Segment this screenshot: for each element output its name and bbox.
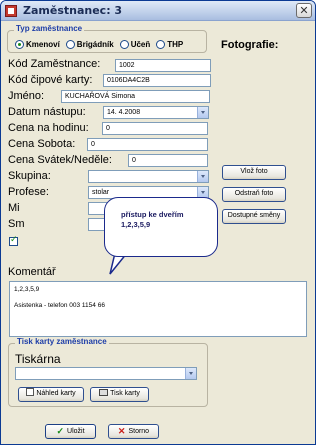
tooltip-line-1: přístup ke dveřím bbox=[121, 210, 184, 219]
print-card-legend: Tisk karty zaměstnance bbox=[15, 337, 109, 346]
cena-sobota-field[interactable]: 0 bbox=[87, 138, 208, 151]
cena-svatek-label: Cena Svátek/Neděle: bbox=[8, 154, 112, 166]
profese-label: Profese: bbox=[8, 186, 49, 198]
cena-svatek-field[interactable]: 0 bbox=[128, 154, 208, 167]
printer-icon bbox=[99, 389, 109, 396]
mi-label: Mi bbox=[8, 202, 20, 214]
print-card-button[interactable]: Tisk karty bbox=[90, 387, 149, 402]
radio-thp[interactable]: THP bbox=[156, 40, 183, 49]
radio-kmenovi-label: Kmenoví bbox=[26, 40, 60, 49]
photo-label: Fotografie: bbox=[221, 39, 279, 51]
preview-card-label: Náhled karty bbox=[36, 390, 76, 397]
cena-na-hodinu-label: Cena na hodinu: bbox=[8, 122, 89, 134]
radio-kmenovi[interactable]: Kmenoví bbox=[15, 40, 60, 49]
cancel-x-icon: ✕ bbox=[117, 426, 126, 436]
kod-cipove-karty-field[interactable]: 0106DA4C2B bbox=[103, 74, 211, 87]
skupina-dropdown-icon[interactable] bbox=[197, 171, 208, 182]
radio-ucen-label: Učeň bbox=[130, 40, 151, 49]
preview-card-button[interactable]: Náhled karty bbox=[18, 387, 84, 402]
printer-label: Tiskárna bbox=[15, 352, 61, 366]
close-button[interactable]: ✕ bbox=[296, 3, 312, 18]
save-button-label: Uložit bbox=[67, 428, 85, 435]
tooltip-balloon: přístup ke dveřím 1,2,3,5,9 bbox=[104, 197, 218, 257]
comment-line-2: Asistenka - telefon 003 1154 66 bbox=[14, 302, 105, 309]
radio-brigadnik[interactable]: Brigádník bbox=[65, 40, 114, 49]
print-card-label: Tisk karty bbox=[110, 390, 140, 397]
insert-photo-button[interactable]: Vlož foto bbox=[222, 165, 286, 180]
radio-thp-dot[interactable] bbox=[156, 40, 166, 49]
save-button[interactable]: ✓ Uložit bbox=[45, 424, 96, 439]
printer-select[interactable] bbox=[15, 367, 197, 380]
radio-thp-label: THP bbox=[167, 40, 184, 49]
preview-card-icon bbox=[26, 388, 35, 396]
window-title: Zaměstnanec: 3 bbox=[23, 4, 123, 17]
datum-nastupu-dropdown-icon[interactable] bbox=[197, 107, 208, 118]
employee-type-legend: Typ zaměstnance bbox=[14, 24, 85, 33]
active-checkbox[interactable] bbox=[9, 235, 18, 246]
employee-dialog-window: Zaměstnanec: 3 ✕ Typ zaměstnance Kmenoví… bbox=[0, 0, 316, 445]
app-icon bbox=[5, 4, 17, 17]
checkmark-icon: ✓ bbox=[56, 426, 65, 436]
datum-nastupu-picker[interactable]: 14. 4.2008 bbox=[103, 106, 209, 119]
jmeno-field[interactable]: KUCHAŘOVÁ Simona bbox=[61, 90, 210, 103]
datum-nastupu-value: 14. 4.2008 bbox=[107, 109, 141, 116]
profese-value: stolar bbox=[92, 189, 110, 196]
comment-label: Komentář bbox=[8, 266, 56, 278]
employee-type-group: Typ zaměstnance Kmenoví Brigádník Učeň T… bbox=[7, 24, 207, 53]
kod-zamestnance-field[interactable]: 1002 bbox=[115, 59, 211, 72]
cena-na-hodinu-field[interactable]: 0 bbox=[102, 122, 208, 135]
tooltip-line-2: 1,2,3,5,9 bbox=[121, 220, 151, 229]
cena-sobota-label: Cena Sobota: bbox=[8, 138, 76, 150]
radio-kmenovi-dot[interactable] bbox=[15, 40, 24, 49]
radio-ucen[interactable]: Učeň bbox=[119, 40, 151, 49]
cancel-button-label: Storno bbox=[128, 428, 150, 435]
kod-cipove-karty-label: Kód čipové karty: bbox=[8, 74, 93, 86]
radio-brigadnik-label: Brigádník bbox=[76, 40, 114, 49]
title-bar[interactable]: Zaměstnanec: 3 ✕ bbox=[1, 1, 315, 21]
radio-brigadnik-dot[interactable] bbox=[65, 40, 75, 49]
kod-zamestnance-label: Kód Zaměstnance: bbox=[8, 58, 101, 70]
jmeno-label: Jméno: bbox=[8, 90, 45, 102]
comment-line-1: 1,2,3,5,9 bbox=[14, 286, 40, 293]
skupina-label: Skupina: bbox=[8, 170, 51, 182]
available-shifts-button[interactable]: Dostupné směny bbox=[222, 209, 286, 224]
comment-textarea[interactable]: 1,2,3,5,9 Asistenka - telefon 003 1154 6… bbox=[9, 281, 307, 337]
sm-label: Sm bbox=[8, 218, 25, 230]
printer-dropdown-icon[interactable] bbox=[185, 368, 196, 379]
remove-photo-button[interactable]: Odstraň foto bbox=[222, 187, 286, 202]
radio-ucen-dot[interactable] bbox=[119, 40, 129, 49]
cancel-button[interactable]: ✕ Storno bbox=[108, 424, 159, 439]
skupina-select[interactable] bbox=[88, 170, 209, 183]
datum-nastupu-label: Datum nástupu: bbox=[8, 106, 86, 118]
